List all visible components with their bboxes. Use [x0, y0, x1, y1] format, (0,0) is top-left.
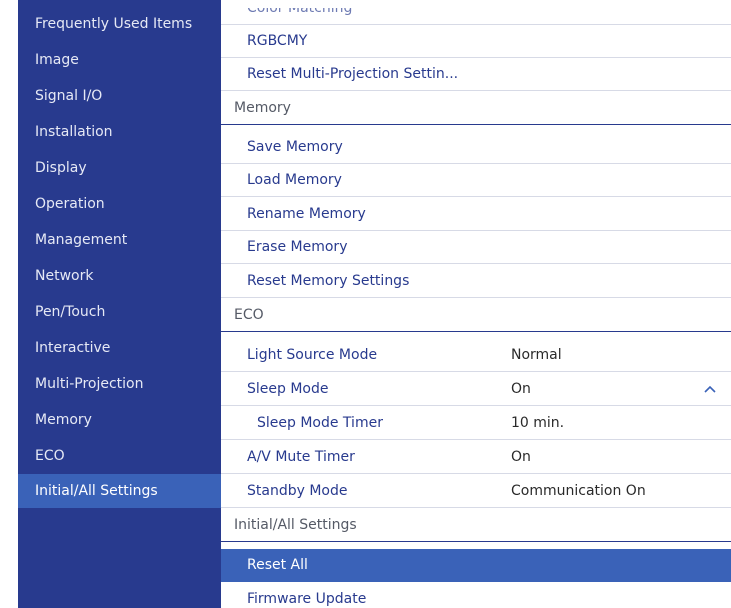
sidebar-item-initial-all-settings[interactable]: Initial/All Settings [18, 474, 221, 508]
sidebar-item-management[interactable]: Management [18, 223, 221, 257]
menu-item-value: On [511, 449, 531, 465]
section-title: ECO [234, 307, 264, 323]
sidebar-item-eco[interactable]: ECO [18, 439, 221, 473]
menu-item-label: Reset Multi-Projection Settin... [247, 66, 459, 82]
menu-item-save-memory[interactable]: Save Memory [221, 131, 731, 164]
sidebar-item-pen-touch[interactable]: Pen/Touch [18, 295, 221, 329]
menu-item-label: Reset All [247, 557, 308, 573]
chevron-up-icon[interactable] [703, 382, 717, 396]
menu-item-value: 10 min. [511, 415, 565, 431]
menu-item-label: Erase Memory [247, 239, 348, 255]
menu-item-light-source-mode[interactable]: Light Source Mode Normal [221, 339, 731, 372]
section-title: Initial/All Settings [234, 517, 357, 533]
menu-item-value: On [511, 381, 531, 397]
menu-item-load-memory[interactable]: Load Memory [221, 164, 731, 197]
sidebar-item-multi-projection[interactable]: Multi-Projection [18, 367, 221, 401]
menu-item-rename-memory[interactable]: Rename Memory [221, 198, 731, 231]
menu-item-label: Color Matching [247, 8, 353, 16]
menu-item-value: Communication On [511, 483, 646, 499]
menu-item-standby-mode[interactable]: Standby Mode Communication On [221, 475, 731, 508]
menu-item-sleep-mode-timer[interactable]: Sleep Mode Timer 10 min. [221, 407, 731, 440]
sidebar-item-installation[interactable]: Installation [18, 115, 221, 149]
menu-item-av-mute-timer[interactable]: A/V Mute Timer On [221, 441, 731, 474]
section-header-memory: Memory [221, 92, 731, 125]
menu-item-label: RGBCMY [247, 33, 308, 49]
menu-item-label: Reset Memory Settings [247, 273, 410, 289]
menu-item-firmware-update[interactable]: Firmware Update [221, 583, 731, 608]
sidebar-item-network[interactable]: Network [18, 259, 221, 293]
menu-item-label: Save Memory [247, 139, 343, 155]
sidebar-item-image[interactable]: Image [18, 43, 221, 77]
menu-item-label: Sleep Mode [247, 381, 329, 397]
menu-item-label: Sleep Mode Timer [257, 415, 383, 431]
sidebar-item-signal-io[interactable]: Signal I/O [18, 79, 221, 113]
sidebar-item-memory[interactable]: Memory [18, 403, 221, 437]
sidebar: Frequently Used Items Image Signal I/O I… [18, 0, 221, 608]
menu-item-label: A/V Mute Timer [247, 449, 355, 465]
menu-item-color-matching[interactable]: Color Matching [221, 8, 731, 25]
menu-item-sleep-mode[interactable]: Sleep Mode On [221, 373, 731, 406]
settings-panel: Color Matching RGBCMY Reset Multi-Projec… [221, 8, 731, 608]
sidebar-item-operation[interactable]: Operation [18, 187, 221, 221]
menu-item-label: Load Memory [247, 172, 342, 188]
menu-item-reset-memory-settings[interactable]: Reset Memory Settings [221, 265, 731, 298]
menu-item-reset-all[interactable]: Reset All [221, 549, 731, 582]
menu-item-label: Firmware Update [247, 591, 367, 607]
menu-item-reset-multi-projection[interactable]: Reset Multi-Projection Settin... [221, 58, 731, 91]
section-title: Memory [234, 100, 291, 116]
menu-item-value: Normal [511, 347, 562, 363]
section-header-initial-all-settings: Initial/All Settings [221, 509, 731, 542]
sidebar-item-frequently-used-items[interactable]: Frequently Used Items [18, 7, 221, 41]
sidebar-item-interactive[interactable]: Interactive [18, 331, 221, 365]
menu-item-rgbcmy[interactable]: RGBCMY [221, 25, 731, 58]
menu-item-label: Rename Memory [247, 206, 366, 222]
menu-item-erase-memory[interactable]: Erase Memory [221, 231, 731, 264]
menu-item-label: Light Source Mode [247, 347, 378, 363]
menu-item-label: Standby Mode [247, 483, 348, 499]
sidebar-item-display[interactable]: Display [18, 151, 221, 185]
section-header-eco: ECO [221, 299, 731, 332]
